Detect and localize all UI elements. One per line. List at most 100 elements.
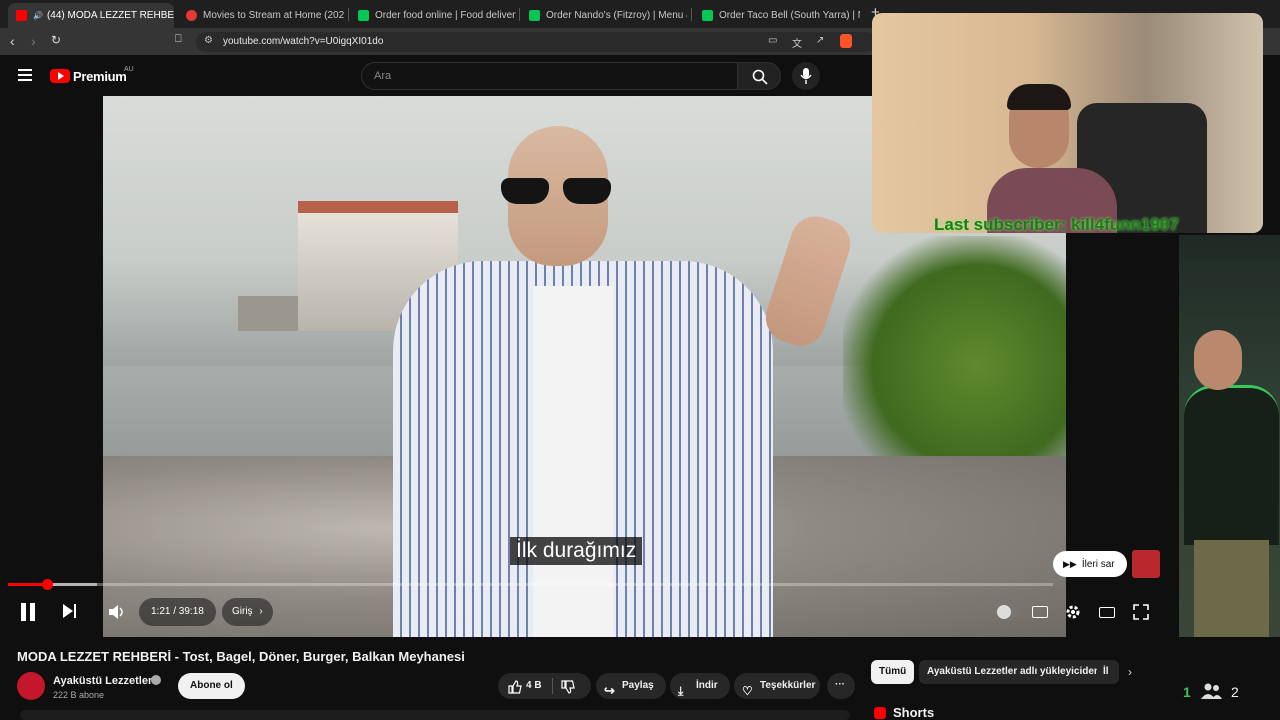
thumbs-up-icon — [508, 680, 522, 694]
video-caption: İlk durağımız — [510, 537, 643, 565]
chevron-right-icon: › — [259, 606, 263, 617]
share-label: Paylaş — [622, 680, 654, 691]
search-placeholder: Ara — [374, 70, 392, 82]
more-icon: ··· — [835, 679, 845, 690]
brave-shield-icon[interactable] — [840, 34, 852, 48]
tab-label: Order food online | Food delivery ap — [375, 10, 516, 21]
youtube-logo-icon[interactable] — [50, 69, 70, 83]
streamer-webcam: Last subscriber: kill4funn1907 — [872, 13, 1263, 233]
search-input[interactable]: Ara — [361, 62, 738, 90]
shorts-heading: Shorts — [893, 705, 935, 720]
thanks-label: Teşekkürler — [760, 680, 816, 691]
tab-movies[interactable]: Movies to Stream at Home (2025) | R — [178, 3, 344, 28]
chip-from-uploader[interactable]: Ayaküstü Lezzetler adlı yükleyiciden — [919, 660, 1109, 684]
download-label: İndir — [696, 680, 718, 691]
download-icon: ⤓ — [678, 684, 684, 698]
tab-label: Order Taco Bell (South Yarra) | Menu — [719, 10, 860, 21]
chip-related[interactable]: İl — [1097, 660, 1119, 684]
url-text[interactable]: youtube.com/watch?v=U0igqXI01do — [223, 36, 383, 47]
settings-button[interactable] — [1065, 604, 1081, 620]
fullscreen-icon — [1133, 604, 1149, 620]
thumbs-down-icon — [561, 680, 575, 694]
tab-separator — [691, 8, 692, 21]
tab-label: Order Nando's (Fitzroy) | Menu & Pri — [546, 10, 687, 21]
like-dislike-group: 4 B — [498, 673, 591, 699]
site-info-icon[interactable]: ⚙ — [204, 35, 213, 46]
menu-icon[interactable] — [18, 69, 32, 81]
chip-all[interactable]: Tümü — [871, 660, 915, 684]
time-display: 1:21 / 39:18 — [139, 598, 216, 626]
ubereats-favicon-icon — [358, 10, 369, 21]
fullscreen-button[interactable] — [1133, 604, 1149, 620]
audio-icon: 🔊 — [33, 11, 43, 20]
ubereats-favicon-icon — [529, 10, 540, 21]
cast-icon[interactable]: ▭ — [768, 35, 777, 46]
share-icon: ↪ — [604, 683, 615, 698]
channel-avatar[interactable] — [17, 672, 45, 700]
viewers-icon — [1201, 683, 1222, 699]
theater-mode-button[interactable] — [1099, 604, 1115, 620]
bookmark-icon[interactable]: ⎕ — [175, 33, 182, 46]
chips-next-icon[interactable]: › — [1128, 665, 1132, 679]
like-count: 4 B — [526, 680, 542, 691]
skip-forward-button[interactable]: ▶▶ İleri sar — [1053, 551, 1127, 577]
download-button[interactable]: ⤓ İndir — [670, 673, 730, 699]
channel-name[interactable]: Ayaküstü Lezzetler — [53, 675, 152, 687]
chapter-button[interactable]: Giriş › — [222, 598, 273, 626]
dislike-button[interactable] — [561, 679, 575, 694]
skip-label: İleri sar — [1081, 559, 1115, 570]
volume-button[interactable] — [108, 603, 126, 621]
search-icon — [752, 69, 768, 85]
channel-watermark-icon[interactable] — [1132, 550, 1160, 578]
microphone-icon — [800, 68, 812, 84]
subscriber-count: 222 B abone — [53, 690, 105, 700]
translate-icon[interactable]: 文 — [792, 35, 802, 50]
forward-icon[interactable]: › — [31, 33, 36, 49]
premium-logo-text[interactable]: Premium — [73, 69, 127, 84]
streamer — [987, 84, 1117, 233]
volume-icon — [109, 605, 123, 619]
shorts-icon — [874, 707, 886, 719]
youtube-favicon-icon — [16, 10, 27, 21]
subtitles-button[interactable] — [1032, 604, 1048, 620]
gear-icon — [1066, 605, 1080, 619]
share-page-icon[interactable]: ↗ — [816, 35, 824, 46]
tab-food-delivery[interactable]: Order food online | Food delivery ap — [350, 3, 516, 28]
site-favicon-icon — [186, 10, 197, 21]
tab-nandos[interactable]: Order Nando's (Fitzroy) | Menu & Pri — [521, 3, 687, 28]
ubereats-favicon-icon — [702, 10, 713, 21]
autoplay-toggle[interactable] — [995, 604, 1019, 620]
omnibox[interactable]: ⚙ youtube.com/watch?v=U0igqXI01do ▭ 文 ↗ — [196, 32, 876, 52]
region-code: AU — [124, 66, 134, 73]
next-video-button[interactable] — [63, 604, 77, 618]
divider — [552, 678, 553, 694]
last-subscriber-text: Last subscriber: kill4funn1907 — [934, 215, 1179, 233]
back-icon[interactable]: ‹ — [10, 33, 15, 49]
reload-icon[interactable]: ↻ — [51, 33, 61, 47]
thanks-button[interactable]: ♡ Teşekkürler — [734, 673, 820, 699]
video-progress-bar[interactable] — [8, 579, 1053, 590]
video-info-section: MODA LEZZET REHBERİ - Tost, Bagel, Döner… — [0, 637, 1280, 720]
viewer-count: 2 — [1231, 684, 1239, 700]
tab-separator — [348, 8, 349, 21]
like-button[interactable] — [508, 679, 522, 694]
share-button[interactable]: ↪ Paylaş — [596, 673, 666, 699]
tab-taco-bell[interactable]: Order Taco Bell (South Yarra) | Menu — [694, 3, 860, 28]
streamer-side-camera — [1179, 235, 1280, 637]
subscribe-button[interactable]: Abone ol — [178, 673, 245, 699]
pause-button[interactable] — [20, 603, 36, 621]
voice-search-button[interactable] — [792, 62, 820, 90]
search-button[interactable] — [737, 62, 781, 90]
tab-youtube-active[interactable]: 🔊 (44) MODA LEZZET REHBERİ × — [8, 3, 174, 28]
description-box-top[interactable] — [20, 710, 850, 720]
progress-scrubber[interactable] — [41, 579, 53, 590]
stream-stat-green: 1 — [1183, 684, 1191, 700]
more-actions-button[interactable]: ··· — [827, 673, 855, 699]
tab-separator — [519, 8, 520, 21]
chapter-label: Giriş — [232, 606, 253, 617]
theater-icon — [1099, 607, 1115, 618]
super-thanks-icon: ♡ — [742, 684, 753, 698]
tab-label: Movies to Stream at Home (2025) | R — [203, 10, 344, 21]
captions-icon — [1032, 606, 1048, 618]
tab-label: (44) MODA LEZZET REHBERİ — [46, 10, 174, 21]
